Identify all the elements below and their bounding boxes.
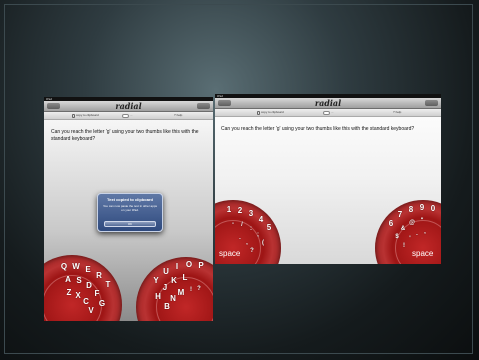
key[interactable]: 7 bbox=[398, 211, 402, 219]
key[interactable]: ! bbox=[190, 286, 192, 294]
navigation-bar: radial bbox=[44, 101, 213, 112]
copy-label: copy to clipboard bbox=[261, 110, 284, 114]
alert-message: You can now paste the text in other apps… bbox=[102, 204, 158, 212]
left-letter-wheel[interactable]: Q W E R T A S D F G Z X C V space bbox=[44, 255, 122, 321]
key[interactable]: 9 bbox=[420, 204, 424, 212]
alert-title: Text copied to clipboard bbox=[107, 197, 153, 202]
key[interactable]: B bbox=[164, 303, 170, 311]
nav-right-button[interactable] bbox=[197, 103, 210, 109]
key[interactable]: Y bbox=[153, 277, 158, 285]
key[interactable]: J bbox=[163, 284, 167, 292]
layout-toggle[interactable]: ... bbox=[122, 112, 133, 119]
key[interactable]: 8 bbox=[409, 206, 413, 214]
alert-ok-button[interactable]: OK bbox=[104, 221, 156, 227]
key[interactable]: Q bbox=[61, 263, 67, 271]
help-button[interactable]: ? help bbox=[393, 109, 401, 116]
key[interactable]: S bbox=[76, 277, 81, 285]
key[interactable]: A bbox=[65, 276, 71, 284]
space-key[interactable]: space bbox=[219, 250, 240, 258]
layout-toggle[interactable]: ... bbox=[323, 109, 334, 116]
key[interactable]: M bbox=[178, 289, 185, 297]
key[interactable]: W bbox=[72, 263, 80, 271]
navigation-bar: radial bbox=[215, 98, 441, 109]
alert-dialog: Text copied to clipboard You can now pas… bbox=[97, 193, 163, 232]
key[interactable]: ? bbox=[197, 285, 201, 293]
layout-label: ... bbox=[130, 113, 133, 117]
key[interactable]: F bbox=[95, 290, 100, 298]
key[interactable]: R bbox=[96, 272, 102, 280]
copy-label: copy to clipboard bbox=[76, 113, 99, 117]
key[interactable]: K bbox=[171, 277, 177, 285]
key[interactable]: V bbox=[88, 307, 93, 315]
key[interactable]: ? bbox=[250, 247, 254, 255]
key[interactable]: , bbox=[246, 239, 248, 247]
key[interactable]: 3 bbox=[249, 210, 253, 218]
ipad-screen-left: iPad radial copy to clipboard ... ? help… bbox=[44, 97, 213, 321]
help-icon: ? bbox=[174, 113, 176, 117]
copy-to-clipboard-button[interactable]: copy to clipboard bbox=[72, 112, 99, 119]
nav-right-button[interactable] bbox=[425, 100, 438, 106]
ipad-screen-right: iPad radial copy to clipboard ... ? help… bbox=[215, 94, 441, 264]
key[interactable]: - bbox=[232, 220, 234, 228]
clipboard-icon bbox=[72, 113, 75, 118]
key[interactable]: 0 bbox=[431, 205, 435, 213]
key[interactable]: O bbox=[186, 261, 192, 269]
key[interactable]: T bbox=[106, 281, 111, 289]
app-title: radial bbox=[115, 101, 142, 111]
key[interactable]: E bbox=[85, 266, 90, 274]
right-number-wheel[interactable]: 6 7 8 9 0 $ & @ " ! ' . , space bbox=[375, 200, 441, 264]
key[interactable]: 1 bbox=[227, 206, 231, 214]
key[interactable]: D bbox=[86, 282, 92, 290]
key[interactable]: P bbox=[198, 262, 203, 270]
key[interactable]: L bbox=[183, 274, 188, 282]
key[interactable]: & bbox=[401, 225, 405, 233]
key[interactable]: N bbox=[170, 295, 176, 303]
right-letter-wheel[interactable]: Y U I O P H J K L B N M ! ? space bbox=[136, 257, 213, 321]
key[interactable]: Z bbox=[67, 289, 72, 297]
left-number-wheel[interactable]: 1 2 3 4 5 - / : ; ( . , ? space bbox=[215, 200, 281, 264]
key[interactable]: @ bbox=[409, 219, 415, 227]
help-button[interactable]: ? help bbox=[174, 112, 182, 119]
key[interactable]: ( bbox=[262, 239, 264, 247]
copy-to-clipboard-button[interactable]: copy to clipboard bbox=[257, 109, 284, 116]
help-label: help bbox=[395, 110, 402, 114]
key[interactable]: 2 bbox=[238, 207, 242, 215]
toolbar: copy to clipboard ... ? help bbox=[215, 109, 441, 117]
key[interactable]: U bbox=[163, 268, 169, 276]
key[interactable]: H bbox=[155, 293, 161, 301]
help-label: help bbox=[176, 113, 183, 117]
help-icon: ? bbox=[393, 110, 395, 114]
key[interactable]: 4 bbox=[259, 216, 263, 224]
clipboard-icon bbox=[257, 110, 260, 115]
toggle-switch-icon bbox=[323, 110, 330, 115]
key[interactable]: " bbox=[421, 217, 424, 225]
space-key[interactable]: space bbox=[412, 250, 433, 258]
layout-label: ... bbox=[331, 110, 334, 114]
key[interactable]: G bbox=[99, 300, 105, 308]
key[interactable]: . bbox=[416, 230, 418, 238]
key[interactable]: $ bbox=[395, 233, 398, 241]
toggle-switch-icon bbox=[122, 113, 129, 118]
key[interactable]: . bbox=[239, 234, 241, 242]
key[interactable]: , bbox=[424, 228, 426, 236]
key[interactable]: 6 bbox=[389, 220, 393, 228]
key[interactable]: 5 bbox=[267, 224, 271, 232]
toolbar: copy to clipboard ... ? help bbox=[44, 112, 213, 120]
key[interactable]: C bbox=[83, 298, 89, 306]
key[interactable]: ' bbox=[409, 235, 410, 243]
key[interactable]: ; bbox=[257, 231, 259, 239]
key[interactable]: X bbox=[75, 292, 80, 300]
key[interactable]: : bbox=[250, 225, 252, 233]
key[interactable]: / bbox=[241, 221, 243, 229]
key[interactable]: I bbox=[176, 263, 178, 271]
app-title: radial bbox=[314, 98, 342, 108]
text-area[interactable]: Can you reach the letter 'g' using your … bbox=[51, 129, 209, 143]
text-area[interactable]: Can you reach the letter 'g' using your … bbox=[221, 126, 437, 133]
key[interactable]: ! bbox=[403, 242, 405, 250]
